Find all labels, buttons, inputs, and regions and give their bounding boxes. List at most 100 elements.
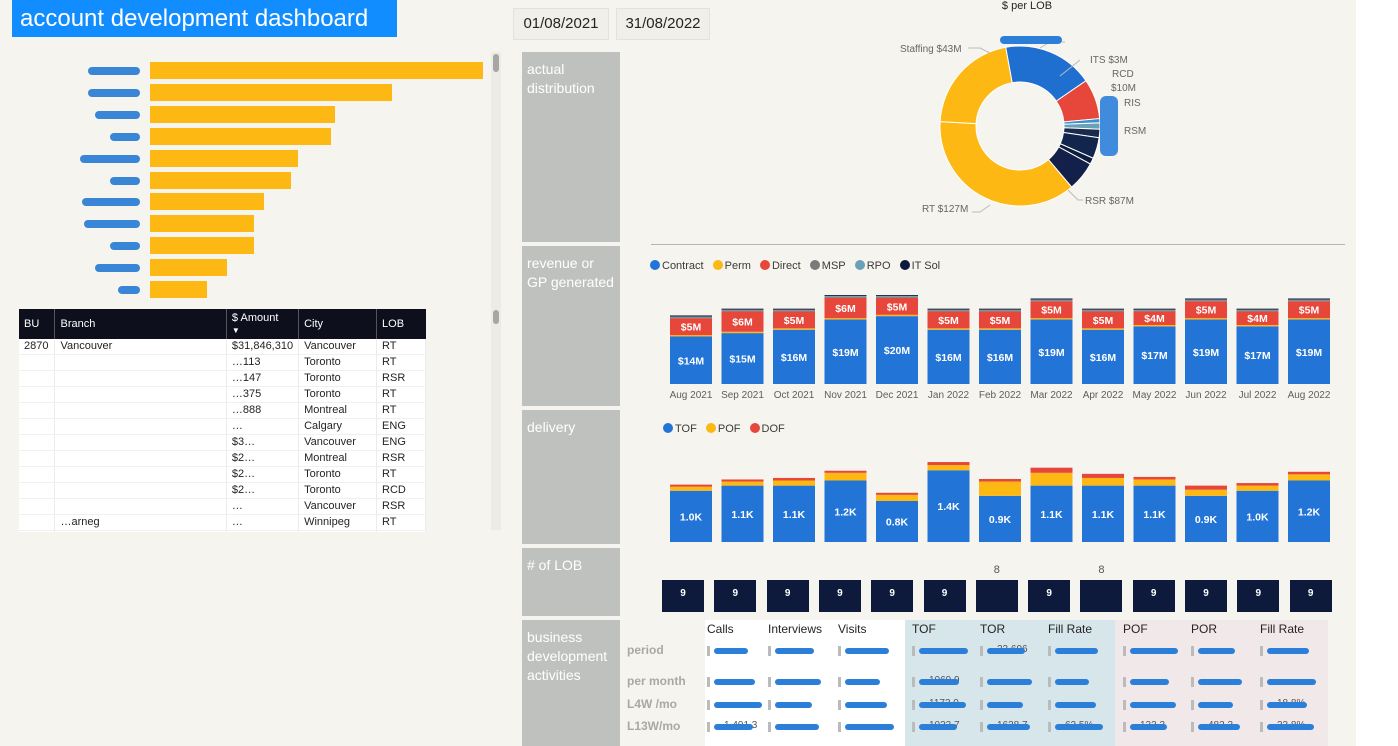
table-row[interactable]: …375 Toronto RT <box>19 386 426 404</box>
bar-pof[interactable] <box>1236 485 1279 491</box>
bar-rpo[interactable] <box>1082 309 1124 311</box>
bar-msp[interactable] <box>670 317 712 319</box>
col-branch[interactable]: Branch <box>54 309 227 339</box>
bar-rpo[interactable] <box>773 309 815 311</box>
bar-dof[interactable] <box>876 492 918 495</box>
table-row[interactable]: … Calgary ENG <box>19 418 426 436</box>
lob-count-box[interactable]: 9 <box>1237 580 1280 612</box>
table-row[interactable]: …113 Toronto RT <box>19 354 426 372</box>
bar-rpo[interactable] <box>824 296 867 297</box>
bar-pof[interactable] <box>927 465 970 471</box>
bar-pof[interactable] <box>1185 489 1227 496</box>
bar-it-sol[interactable] <box>927 308 970 310</box>
ranking-bar[interactable] <box>150 281 208 298</box>
bar-dof[interactable] <box>1236 483 1279 486</box>
table-row[interactable]: $3… Vancouver ENG <box>19 434 426 452</box>
bar-it-sol[interactable] <box>670 315 712 317</box>
bar-dof[interactable] <box>721 479 764 482</box>
bar-msp[interactable] <box>876 296 918 298</box>
lob-count-box[interactable]: 9 <box>766 580 809 612</box>
bar-msp[interactable] <box>1082 310 1124 312</box>
table-row[interactable]: 2870 Vancouver $31,846,310 Vancouver RT <box>19 339 426 356</box>
bar-dof[interactable] <box>1133 476 1176 480</box>
bar-perm[interactable] <box>824 318 867 320</box>
date-end-filter[interactable]: 31/08/2022 <box>616 8 710 40</box>
lob-count-box[interactable]: 9 <box>1185 580 1227 612</box>
bar-msp[interactable] <box>1236 310 1279 312</box>
bar-pof[interactable] <box>721 481 764 486</box>
ranking-bar[interactable] <box>150 83 392 101</box>
bar-perm[interactable] <box>670 335 712 337</box>
bar-rpo[interactable] <box>721 309 764 311</box>
lob-count-box[interactable] <box>975 580 1018 612</box>
bar-msp[interactable] <box>1030 300 1073 302</box>
ranking-bar[interactable] <box>150 171 292 189</box>
bd-col-header[interactable]: Fill Rate <box>1048 622 1092 636</box>
bar-it-sol[interactable] <box>979 308 1021 310</box>
col-city[interactable]: City <box>298 309 378 339</box>
bar-rpo[interactable] <box>1236 309 1279 311</box>
bar-pof[interactable] <box>979 481 1021 496</box>
col-lob[interactable]: LOB <box>376 309 426 339</box>
bar-msp[interactable] <box>824 296 867 298</box>
bd-col-header[interactable]: Visits <box>838 622 866 636</box>
bd-col-header[interactable]: Fill Rate <box>1260 622 1304 636</box>
bar-pof[interactable] <box>1082 477 1124 486</box>
bar-perm[interactable] <box>1288 318 1330 320</box>
bd-col-header[interactable]: POR <box>1191 622 1217 636</box>
table-row[interactable]: …arneg… Winnipeg RT <box>19 514 426 532</box>
table-row[interactable]: $2… Toronto RT <box>19 466 426 484</box>
bd-col-header[interactable]: Interviews <box>768 622 822 636</box>
bar-rpo[interactable] <box>670 316 712 318</box>
bar-it-sol[interactable] <box>824 295 867 297</box>
lob-count-box[interactable]: 9 <box>714 580 757 612</box>
bar-dof[interactable] <box>1030 467 1073 473</box>
date-start-filter[interactable]: 01/08/2021 <box>513 8 609 40</box>
lob-count-box[interactable] <box>1080 580 1123 612</box>
bar-rpo[interactable] <box>927 309 970 311</box>
table-row[interactable]: … Vancouver RSR <box>19 498 426 516</box>
bar-dof[interactable] <box>670 484 712 487</box>
bar-pof[interactable] <box>1133 479 1176 486</box>
bar-pof[interactable] <box>670 486 712 491</box>
lob-count-box[interactable]: 9 <box>1132 580 1175 612</box>
lob-count-box[interactable]: 9 <box>1028 580 1071 612</box>
bar-perm[interactable] <box>773 328 815 330</box>
bar-it-sol[interactable] <box>1133 308 1176 310</box>
bar-rpo[interactable] <box>1185 299 1227 301</box>
bar-it-sol[interactable] <box>876 295 918 297</box>
bar-perm[interactable] <box>1030 318 1073 320</box>
ranking-bar[interactable] <box>150 149 298 167</box>
ranking-bar[interactable] <box>150 127 332 145</box>
ranking-bar[interactable] <box>150 237 255 255</box>
bar-it-sol[interactable] <box>1288 298 1330 300</box>
bar-rpo[interactable] <box>1133 309 1176 311</box>
scrollbar-thumb-top[interactable] <box>493 54 499 72</box>
bar-pof[interactable] <box>1288 474 1330 481</box>
table-row[interactable]: $2… Montreal RSR <box>19 450 426 468</box>
ranking-bar[interactable] <box>150 215 255 233</box>
bar-msp[interactable] <box>721 310 764 312</box>
donut-slice[interactable] <box>939 121 1073 207</box>
bar-pof[interactable] <box>773 480 815 486</box>
bar-dof[interactable] <box>1185 485 1227 490</box>
bar-it-sol[interactable] <box>1236 308 1279 310</box>
bar-it-sol[interactable] <box>1030 298 1073 300</box>
bar-msp[interactable] <box>1185 300 1227 302</box>
bar-perm[interactable] <box>1082 328 1124 330</box>
bd-col-header[interactable]: POF <box>1123 622 1148 636</box>
bar-rpo[interactable] <box>1030 299 1073 301</box>
bar-msp[interactable] <box>1133 310 1176 312</box>
ranking-bar[interactable] <box>150 105 335 123</box>
bd-col-header[interactable]: TOR <box>980 622 1005 636</box>
bar-pof[interactable] <box>876 494 918 501</box>
col-amount[interactable]: $ Amount ▼ <box>226 309 300 339</box>
bar-msp[interactable] <box>979 310 1021 312</box>
bd-col-header[interactable]: Calls <box>707 622 734 636</box>
lob-count-box[interactable]: 9 <box>818 580 861 612</box>
donut-slice[interactable] <box>939 46 1013 125</box>
bar-dof[interactable] <box>979 478 1021 482</box>
bar-msp[interactable] <box>1288 300 1330 302</box>
ranking-bar[interactable] <box>150 62 483 79</box>
bar-perm[interactable] <box>721 331 764 334</box>
